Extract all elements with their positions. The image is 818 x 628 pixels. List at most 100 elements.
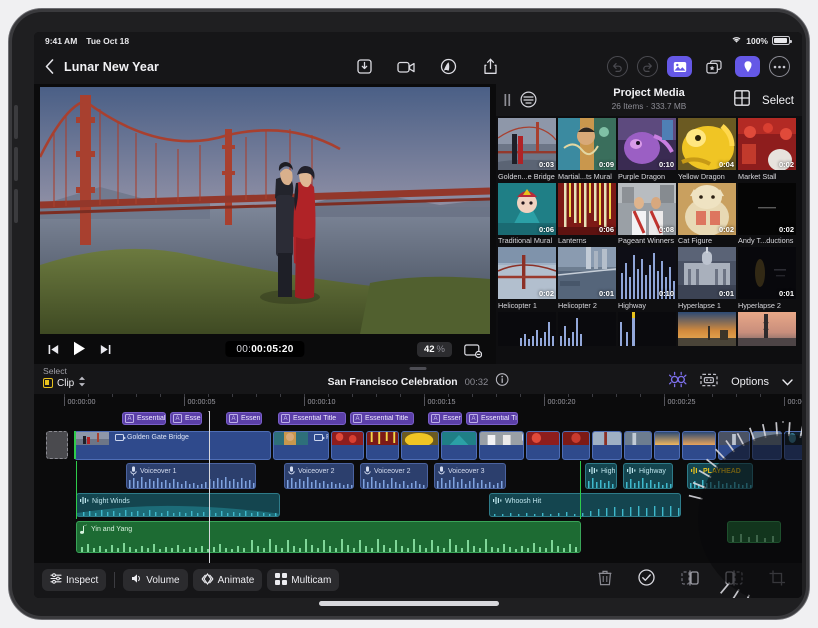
media-item[interactable] [678,312,736,346]
media-item[interactable] [558,312,616,346]
media-thumbnail[interactable]: 0:02 [678,183,736,235]
video-clip[interactable] [624,431,652,460]
split-left-icon[interactable] [681,570,699,591]
video-clip[interactable] [682,431,716,460]
media-item[interactable]: 0:03 Golden...e Bridge [498,118,556,181]
chevron-down-icon[interactable] [782,373,793,391]
media-item[interactable]: 0:09 Martial...ts Mural [558,118,616,181]
multicam-button[interactable]: Multicam [267,569,339,591]
media-thumbnail[interactable]: 0:01 [738,247,796,299]
play-icon[interactable] [73,341,86,361]
info-icon[interactable] [495,373,508,391]
skip-forward-icon[interactable] [100,342,111,360]
title-clip[interactable]: A Esse [170,412,202,425]
undo-icon[interactable] [607,56,628,77]
sfx-clip[interactable]: PLAYHEAD [687,463,753,489]
video-clip[interactable] [784,431,802,460]
voiceover-icon[interactable] [438,57,458,77]
media-thumbnail[interactable]: 0:01 [558,247,616,299]
title-clip[interactable]: A Essential Tit [122,412,166,425]
audio-clip[interactable]: Voiceover 3 [434,463,506,489]
media-item[interactable]: 0:01 Helicopter 2 [558,247,616,310]
trash-icon[interactable] [598,570,612,591]
power-button[interactable] [14,189,18,223]
media-thumbnail[interactable] [738,312,796,346]
video-clip[interactable] [654,431,680,460]
keyframe-icon[interactable] [668,371,687,393]
title-clip[interactable]: A Essen [226,412,262,425]
title-clip[interactable]: A Essen [428,412,462,425]
viewer-zoom-level[interactable]: 42% [417,342,452,357]
record-video-icon[interactable] [396,57,416,77]
sfx-clip[interactable]: High [585,463,617,489]
crop-icon[interactable] [769,570,786,591]
media-item[interactable]: 0:02 Market Stall [738,118,796,181]
media-item[interactable]: 0:06 Lanterns [558,183,616,246]
inspect-button[interactable]: Inspect [42,569,106,591]
inspector-icon[interactable] [735,56,760,77]
options-button[interactable]: Options [731,376,769,388]
title-clip[interactable]: A Essential Tit [466,412,518,425]
video-clip[interactable]: Golden Gate Bridge [74,431,271,460]
viewer-video[interactable] [40,87,490,334]
video-clip[interactable] [752,431,782,460]
volume-up-button[interactable] [14,105,18,139]
audio-clip[interactable]: Voiceover 2 [284,463,354,489]
media-thumbnail[interactable]: 0:08 [618,183,676,235]
media-thumbnail[interactable]: 0:03 [498,118,556,170]
animate-button[interactable]: Animate [193,569,263,591]
timeline-tracks[interactable]: A Essential Tit A Esse A Essen A Essenti… [34,411,802,563]
video-clip[interactable] [401,431,439,460]
share-icon[interactable] [480,57,500,77]
media-item[interactable]: 0:10 Highway [618,247,676,310]
skip-back-icon[interactable] [48,342,59,360]
media-item[interactable]: 0:04 Yellow Dragon [678,118,736,181]
media-item[interactable] [498,312,556,346]
check-circle-icon[interactable] [638,569,655,591]
volume-button[interactable]: Volume [123,569,187,591]
audio-clip[interactable]: Voiceover 1 [126,463,256,489]
media-item[interactable]: 0:02 Andy T...ductions [738,183,796,246]
video-clip[interactable] [366,431,399,460]
video-clip[interactable] [331,431,364,460]
media-item[interactable]: 0:10 Purple Dragon [618,118,676,181]
ambience-clip[interactable]: Night Winds [76,493,280,517]
timeline-grab-handle[interactable] [410,367,427,370]
split-right-icon[interactable] [725,570,743,591]
video-clip[interactable]: Pu [273,431,329,460]
media-item[interactable]: 0:06 Traditional Mural [498,183,556,246]
video-clip[interactable] [718,431,750,460]
video-clip[interactable] [562,431,590,460]
viewer-options-icon[interactable] [464,344,482,363]
audio-clip[interactable]: Voiceover 2 [360,463,428,489]
media-item[interactable]: 0:01 Hyperlapse 1 [678,247,736,310]
media-item[interactable] [738,312,796,346]
media-thumbnail[interactable]: 0:06 [498,183,556,235]
redo-icon[interactable] [637,56,658,77]
video-clip[interactable] [592,431,622,460]
media-browser-icon[interactable] [667,56,692,77]
video-clip[interactable] [479,431,524,460]
grid-view-icon[interactable] [734,90,750,111]
music-clip[interactable]: Yin and Yang [76,521,581,553]
sfx-clip[interactable]: Highway [623,463,673,489]
split-screen-icon[interactable] [700,372,718,393]
more-icon[interactable] [769,56,790,77]
media-thumbnail[interactable]: 0:02 [498,247,556,299]
media-thumbnail[interactable]: 0:01 [678,247,736,299]
viewer-timecode[interactable]: 00:00:05:20 [225,341,304,357]
media-item[interactable]: 0:02 Cat Figure [678,183,736,246]
media-grid[interactable]: 0:03 Golden...e Bridge 0:09 [496,116,802,364]
volume-down-button[interactable] [14,147,18,181]
media-thumbnail[interactable]: 0:06 [558,183,616,235]
media-item[interactable]: 0:08 Pageant Winners [618,183,676,246]
title-clip[interactable]: A Essential Title [278,412,346,425]
back-button[interactable] [34,59,64,74]
media-thumbnail[interactable] [678,312,736,346]
clip-selector[interactable]: Clip [43,376,86,390]
browser-select-button[interactable]: Select [762,95,794,107]
media-thumbnail[interactable]: 0:09 [558,118,616,170]
media-thumbnail[interactable]: 0:02 [738,183,796,235]
ambience-clip[interactable]: Whoosh Hit [489,493,681,517]
media-thumbnail[interactable] [558,312,616,346]
